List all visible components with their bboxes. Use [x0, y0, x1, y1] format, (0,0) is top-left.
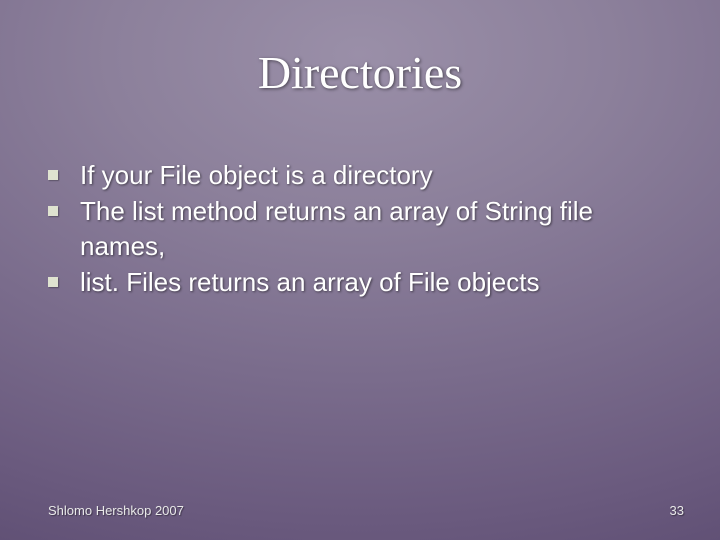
slide: Directories If your File object is a dir… — [0, 0, 720, 540]
slide-title: Directories — [0, 46, 720, 99]
square-bullet-icon — [48, 206, 58, 216]
bullet-text: The list method returns an array of Stri… — [80, 194, 680, 263]
list-item: The list method returns an array of Stri… — [48, 194, 680, 263]
bullet-text: If your File object is a directory — [80, 158, 680, 192]
footer-author: Shlomo Hershkop 2007 — [48, 503, 184, 518]
square-bullet-icon — [48, 170, 58, 180]
bullet-text: list. Files returns an array of File obj… — [80, 265, 680, 299]
square-bullet-icon — [48, 277, 58, 287]
slide-body: If your File object is a directory The l… — [48, 158, 680, 301]
footer-page-number: 33 — [670, 503, 684, 518]
list-item: If your File object is a directory — [48, 158, 680, 192]
list-item: list. Files returns an array of File obj… — [48, 265, 680, 299]
